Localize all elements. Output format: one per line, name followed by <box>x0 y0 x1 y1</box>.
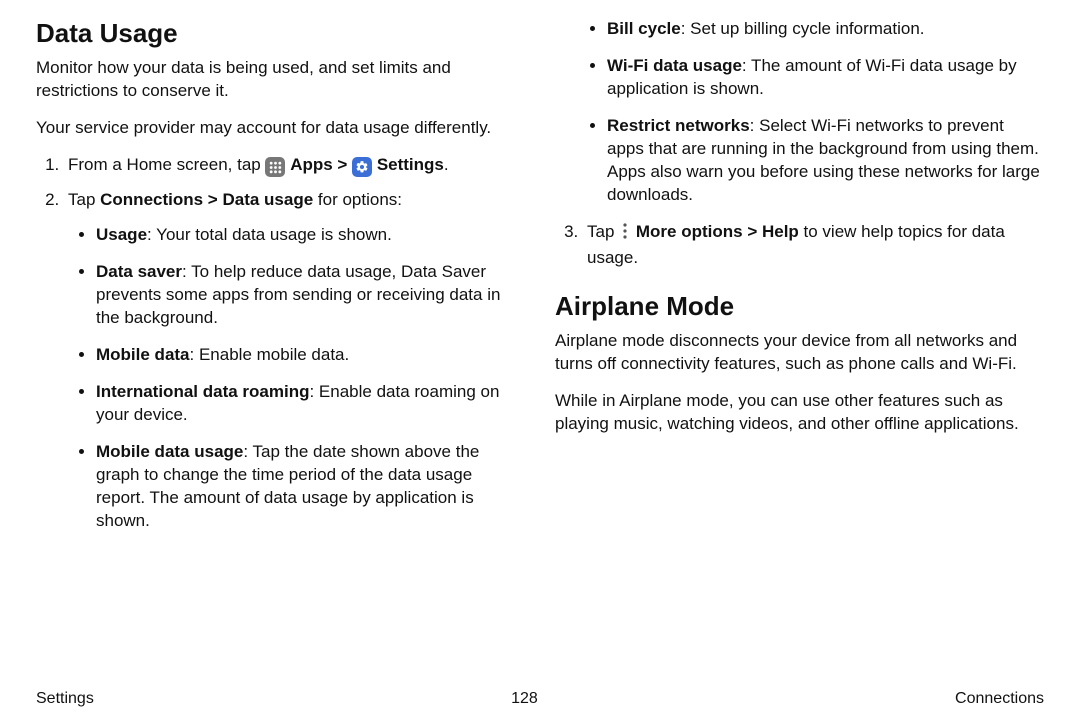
bullet-restrict-networks: Restrict networks: Select Wi-Fi networks… <box>607 115 1044 207</box>
step-2-path: Connections > Data usage <box>100 190 313 209</box>
bullet-wifi-data-usage: Wi-Fi data usage: The amount of Wi-Fi da… <box>607 55 1044 101</box>
step-2: Tap Connections > Data usage for options… <box>64 189 525 532</box>
left-column: Data Usage Monitor how your data is bein… <box>36 18 525 547</box>
bullet-international-roaming: International data roaming: Enable data … <box>96 381 525 427</box>
footer-page-number: 128 <box>511 690 538 708</box>
page-footer: Settings 128 Connections <box>36 690 1044 708</box>
footer-right: Connections <box>955 690 1044 708</box>
bullet-data-saver: Data saver: To help reduce data usage, D… <box>96 261 525 330</box>
heading-data-usage: Data Usage <box>36 18 525 49</box>
bullet-bill-cycle: Bill cycle: Set up billing cycle informa… <box>607 18 1044 41</box>
more-options-icon <box>619 222 631 247</box>
bullet-mobile-data: Mobile data: Enable mobile data. <box>96 344 525 367</box>
step-3: Tap More options > Help to view help top… <box>583 221 1044 270</box>
step-1: From a Home screen, tap Apps > Settings. <box>64 154 525 178</box>
airplane-paragraph-1: Airplane mode disconnects your device fr… <box>555 330 1044 376</box>
heading-airplane-mode: Airplane Mode <box>555 291 1044 322</box>
bullet-usage: Usage: Your total data usage is shown. <box>96 224 525 247</box>
settings-icon <box>352 157 372 177</box>
settings-label: Settings <box>377 155 444 174</box>
apps-label: Apps <box>290 155 333 174</box>
right-column: Bill cycle: Set up billing cycle informa… <box>555 18 1044 547</box>
intro-paragraph-2: Your service provider may account for da… <box>36 117 525 140</box>
intro-paragraph-1: Monitor how your data is being used, and… <box>36 57 525 103</box>
apps-icon <box>265 157 285 177</box>
footer-left: Settings <box>36 690 94 708</box>
airplane-paragraph-2: While in Airplane mode, you can use othe… <box>555 390 1044 436</box>
bullet-mobile-data-usage: Mobile data usage: Tap the date shown ab… <box>96 441 525 533</box>
step-3-path: More options > Help <box>636 222 799 241</box>
